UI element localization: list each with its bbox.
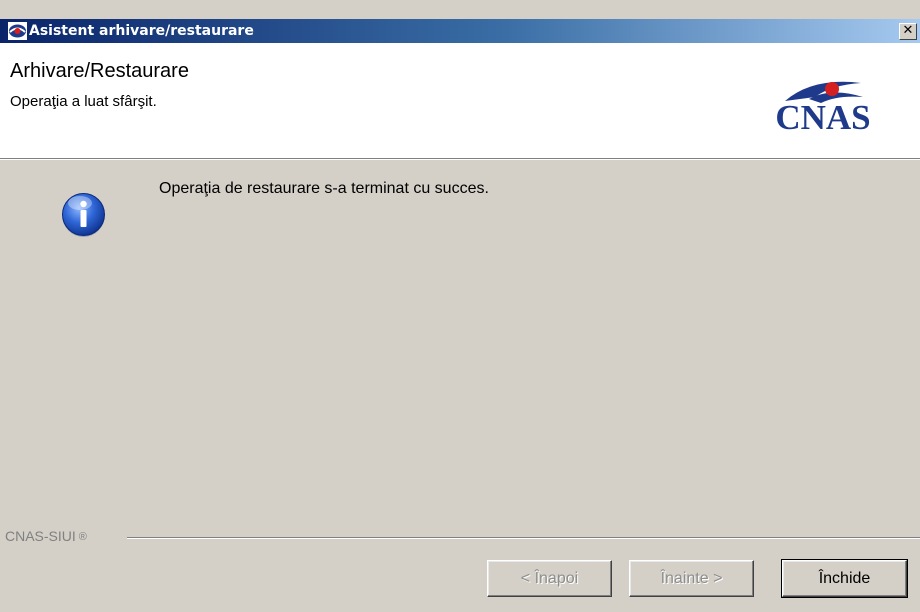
logo-text: CNAS	[775, 98, 870, 137]
status-message: Operaţia de restaurare s-a terminat cu s…	[159, 180, 489, 197]
wizard-window: Asistent arhivare/restaurare ✕ Arhivare/…	[0, 0, 920, 612]
title-bar[interactable]: Asistent arhivare/restaurare ✕	[0, 19, 920, 43]
cnas-logo: CNAS	[775, 81, 871, 137]
window-close-button[interactable]: ✕	[899, 23, 917, 40]
window-title: Asistent arhivare/restaurare	[29, 23, 254, 39]
back-button[interactable]: < Înapoi	[487, 560, 612, 597]
info-icon	[62, 193, 105, 237]
app-logo-icon	[8, 22, 27, 40]
next-button[interactable]: Înainte >	[629, 560, 754, 597]
page-subtitle: Operaţia a luat sfârşit.	[10, 93, 157, 110]
header-divider-highlight	[0, 159, 920, 160]
brand-text: CNAS-SIUI	[5, 528, 76, 544]
registered-mark-icon: ®	[78, 531, 87, 543]
close-icon: ✕	[902, 23, 914, 38]
footer-brand-label: CNAS-SIUI ®	[5, 528, 87, 544]
page-title: Arhivare/Restaurare	[10, 60, 189, 82]
close-button[interactable]: Închide	[781, 559, 908, 598]
footer-separator-highlight	[127, 538, 920, 539]
